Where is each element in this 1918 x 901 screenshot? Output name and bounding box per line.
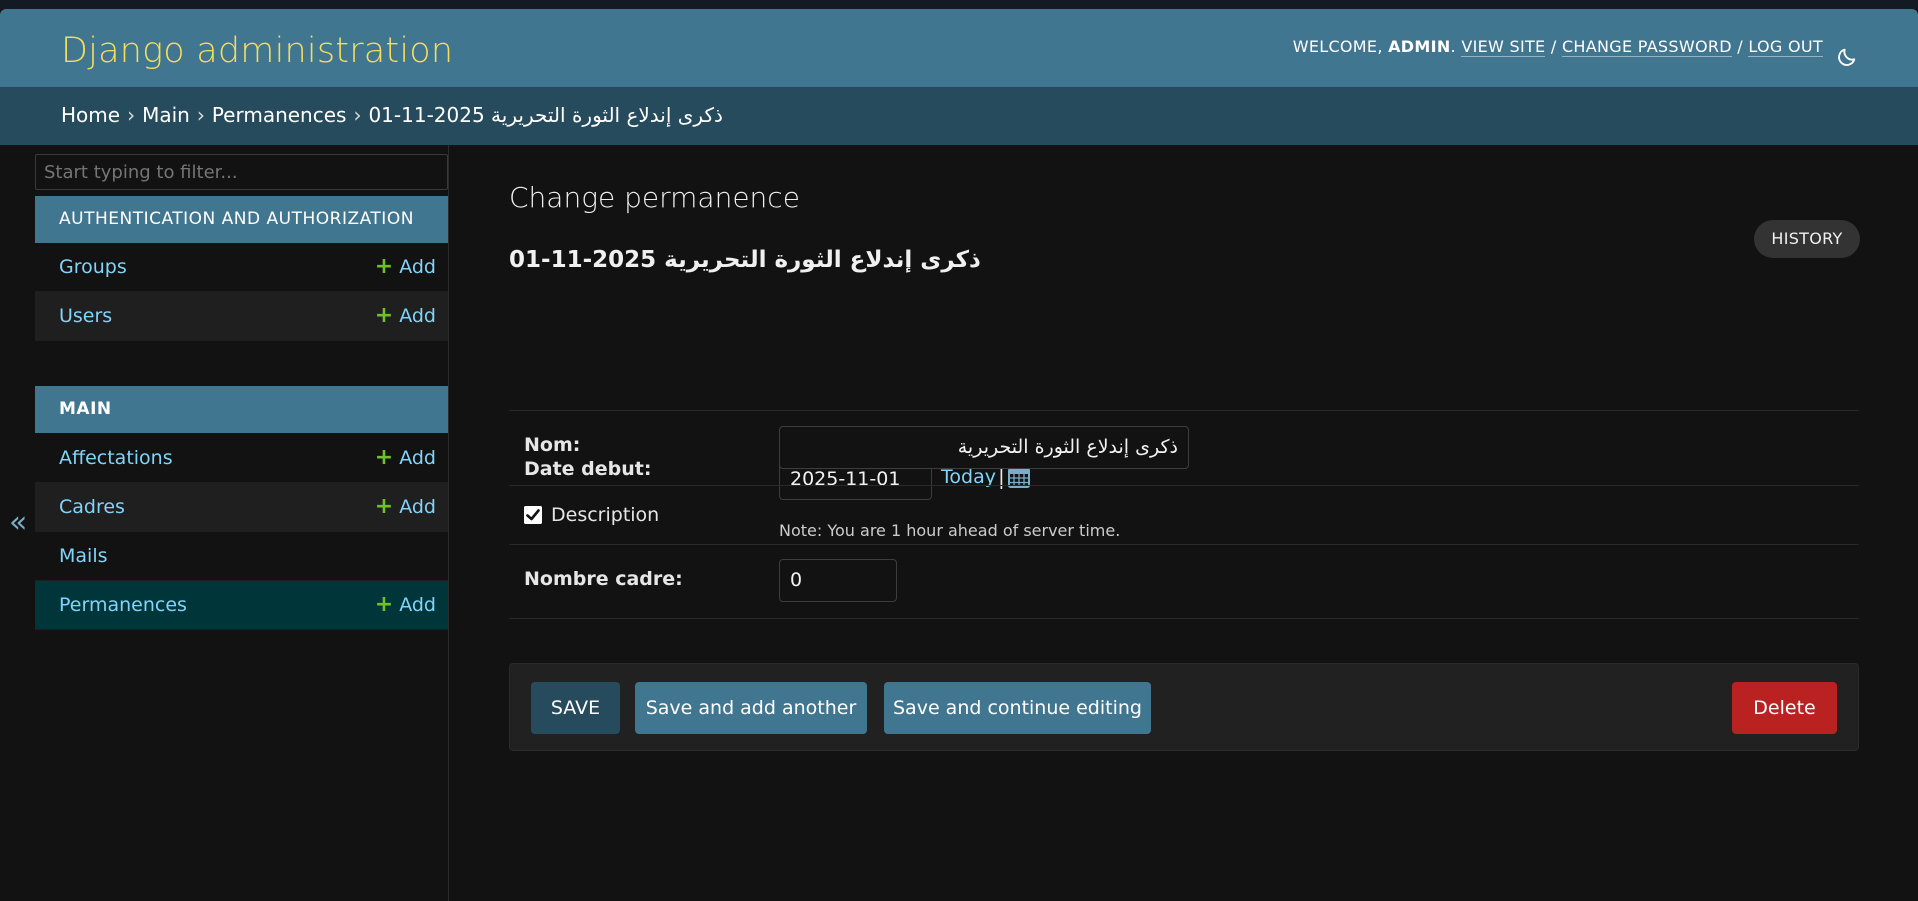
- breadcrumb-home[interactable]: Home: [61, 103, 120, 127]
- sidebar-item-mails-link[interactable]: Mails: [59, 532, 108, 580]
- user-tools: Welcome, admin. View site / Change passw…: [1292, 37, 1823, 57]
- change-password-link[interactable]: Change password: [1561, 37, 1732, 57]
- add-label: Add: [399, 496, 436, 518]
- header: Django administration Welcome, admin. Vi…: [0, 9, 1918, 87]
- save-and-continue-button[interactable]: Save and continue editing: [884, 682, 1151, 734]
- add-label: Add: [399, 256, 436, 278]
- sidebar-item-mails: Mails: [35, 532, 448, 581]
- history-button[interactable]: History: [1754, 220, 1860, 258]
- separator: /: [1550, 37, 1557, 56]
- plus-icon: +: [374, 254, 394, 279]
- sidebar-item-permanences-link[interactable]: Permanences: [59, 581, 187, 629]
- sidebar-item-users-link[interactable]: Users: [59, 292, 112, 340]
- submit-row: Save Save and add another Save and conti…: [509, 663, 1859, 751]
- description-label[interactable]: Description: [551, 504, 659, 526]
- form-row-description: [509, 486, 1859, 545]
- double-chevron-left-icon: «: [9, 505, 28, 540]
- sidebar-collapse-toggle[interactable]: «: [0, 145, 36, 901]
- view-site-link[interactable]: View site: [1461, 37, 1546, 57]
- add-permanences-link[interactable]: + Add: [375, 581, 436, 629]
- description-checkbox[interactable]: [524, 506, 542, 524]
- save-and-add-another-button[interactable]: Save and add another: [635, 682, 867, 734]
- sidebar-item-permanences: Permanences + Add: [35, 581, 448, 630]
- module-caption-main[interactable]: Main: [35, 386, 448, 433]
- sidebar-item-groups-link[interactable]: Groups: [59, 243, 127, 291]
- plus-icon: +: [374, 303, 394, 328]
- form-row-nombre-cadre: [509, 544, 1859, 619]
- sidebar-item-affectations: Affectations + Add: [35, 434, 448, 483]
- log-out-link[interactable]: Log out: [1748, 37, 1823, 57]
- add-label: Add: [399, 447, 436, 469]
- delete-button[interactable]: Delete: [1732, 682, 1837, 734]
- object-title: ذكرى إندلاع الثورة التحريرية 2025-11-01: [509, 247, 981, 273]
- add-groups-link[interactable]: + Add: [375, 243, 436, 291]
- nom-label: Nom:: [524, 434, 581, 456]
- breadcrumb-separator: ›: [353, 103, 362, 127]
- welcome-text: Welcome,: [1292, 37, 1383, 56]
- breadcrumb: Home › Main › Permanences › ذكرى إندلاع الثورة…: [0, 87, 1918, 145]
- separator: /: [1737, 37, 1743, 56]
- moon-icon[interactable]: [1836, 46, 1858, 68]
- plus-icon: +: [374, 494, 394, 519]
- form-row-date-debut: Date debut: 2025-11-01 Today | Note: You…: [509, 303, 1859, 540]
- window-top-strip: [0, 0, 1918, 9]
- add-affectations-link[interactable]: + Add: [375, 434, 436, 482]
- nombre-cadre-input[interactable]: 0: [779, 559, 897, 602]
- sidebar-item-cadres: Cadres + Add: [35, 483, 448, 532]
- add-label: Add: [399, 305, 436, 327]
- add-users-link[interactable]: + Add: [375, 292, 436, 340]
- breadcrumb-model[interactable]: Permanences: [212, 103, 347, 127]
- breadcrumb-separator: ›: [127, 103, 136, 127]
- nom-input[interactable]: ذكرى إندلاع الثورة التحريرية: [779, 426, 1189, 469]
- sidebar-item-users: Users + Add: [35, 292, 448, 341]
- sidebar-item-affectations-link[interactable]: Affectations: [59, 434, 173, 482]
- save-button[interactable]: Save: [531, 682, 620, 734]
- breadcrumb-current: ذكرى إندلاع الثورة التحريرية 2025-11-01: [368, 103, 723, 127]
- site-title[interactable]: Django administration: [61, 31, 453, 71]
- add-label: Add: [399, 594, 436, 616]
- nombre-cadre-label: Nombre cadre:: [524, 568, 683, 590]
- add-cadres-link[interactable]: + Add: [375, 483, 436, 531]
- module-caption-auth[interactable]: Authentication and Authorization: [35, 196, 448, 243]
- page-title: Change permanence: [509, 181, 800, 214]
- sidebar-item-cadres-link[interactable]: Cadres: [59, 483, 125, 531]
- breadcrumb-separator: ›: [196, 103, 205, 127]
- module-caption-label: Main: [59, 399, 112, 419]
- nav-sidebar: Authentication and Authorization Groups …: [35, 145, 449, 901]
- plus-icon: +: [374, 592, 394, 617]
- breadcrumb-app[interactable]: Main: [142, 103, 190, 127]
- module-caption-label: Authentication and Authorization: [59, 209, 414, 229]
- username: admin: [1388, 37, 1451, 56]
- nav-filter-input[interactable]: [35, 154, 448, 190]
- plus-icon: +: [374, 445, 394, 470]
- sidebar-item-groups: Groups + Add: [35, 243, 448, 292]
